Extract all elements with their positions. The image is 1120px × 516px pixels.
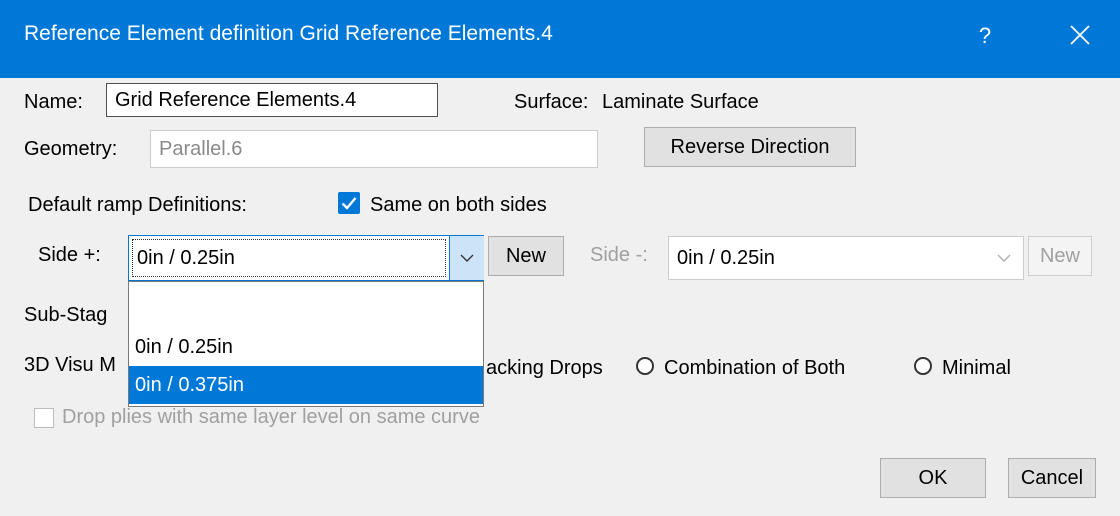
surface-value: Laminate Surface <box>602 91 759 113</box>
close-button[interactable] <box>1058 16 1102 56</box>
surface-label: Surface: <box>514 91 589 113</box>
geometry-field[interactable]: Parallel.6 <box>150 130 598 168</box>
drop-plies-label: Drop plies with same layer level on same… <box>62 406 480 428</box>
side-minus-value: 0in / 0.25in <box>677 247 775 269</box>
default-ramp-label: Default ramp Definitions: <box>28 194 247 216</box>
visu-mode-label: 3D Visu M <box>24 354 116 376</box>
same-both-sides-label: Same on both sides <box>370 194 547 216</box>
visu-radio-combination[interactable] <box>636 357 654 375</box>
sub-stage-label: Sub-Stag <box>24 304 108 326</box>
side-plus-dropdown-list: 0in / 0.25in 0in / 0.375in <box>128 281 484 407</box>
dropdown-option-selected[interactable]: 0in / 0.375in <box>129 366 483 404</box>
visu-radio-minimal[interactable] <box>914 357 932 375</box>
ok-button[interactable]: OK <box>880 458 986 498</box>
same-both-sides-checkbox[interactable] <box>338 192 360 214</box>
checkmark-icon <box>341 197 357 210</box>
side-plus-value: 0in / 0.25in <box>132 239 446 277</box>
visu-option-label: Minimal <box>942 357 1011 379</box>
side-plus-dropdown-toggle[interactable] <box>449 236 484 280</box>
cancel-button[interactable]: Cancel <box>1008 458 1096 498</box>
name-input[interactable]: Grid Reference Elements.4 <box>106 83 438 117</box>
dropdown-option[interactable]: 0in / 0.25in <box>129 328 483 366</box>
side-plus-new-button[interactable]: New <box>488 236 564 276</box>
help-button[interactable]: ? <box>968 16 1002 56</box>
drop-plies-checkbox[interactable] <box>34 408 54 428</box>
chevron-down-icon <box>997 254 1011 262</box>
visu-option-label: acking Drops <box>486 357 603 379</box>
side-plus-dropdown[interactable]: 0in / 0.25in <box>128 235 484 281</box>
chevron-down-icon <box>460 254 474 262</box>
visu-option-label: Combination of Both <box>664 357 846 379</box>
close-icon <box>1070 25 1090 45</box>
side-plus-label: Side +: <box>38 244 101 266</box>
dropdown-option[interactable] <box>129 288 483 326</box>
geometry-label: Geometry: <box>24 138 118 160</box>
side-minus-dropdown[interactable]: 0in / 0.25in <box>668 236 1024 280</box>
side-minus-label: Side -: <box>590 244 648 266</box>
dialog-title: Reference Element definition Grid Refere… <box>24 22 553 45</box>
reverse-direction-button[interactable]: Reverse Direction <box>644 127 856 167</box>
name-label: Name: <box>24 91 83 113</box>
side-minus-new-button[interactable]: New <box>1028 236 1092 276</box>
